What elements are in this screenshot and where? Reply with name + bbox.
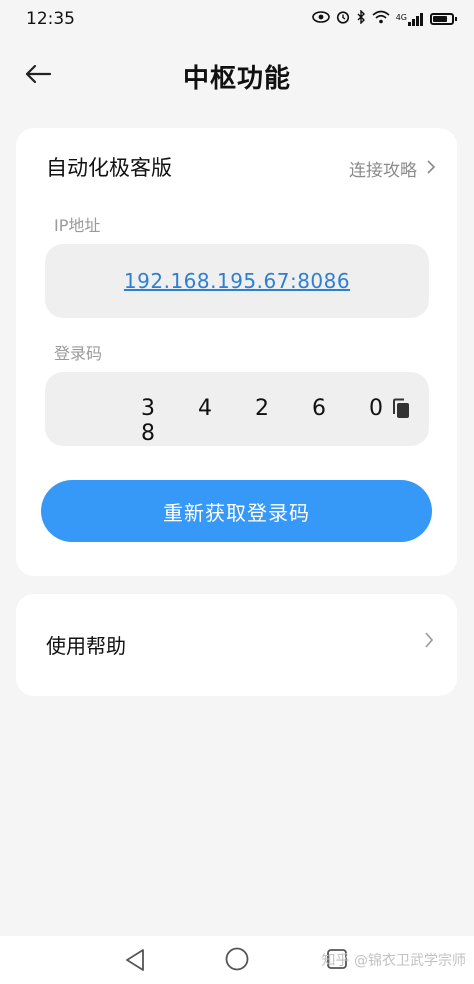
alarm-icon [336, 10, 350, 28]
login-code-value: 3 4 2 6 0 8 [141, 396, 401, 446]
status-bar: 12:35 4G [0, 0, 474, 38]
login-code-label: 登录码 [54, 344, 103, 363]
chevron-right-icon [427, 159, 436, 179]
login-code-field: 3 4 2 6 0 8 [45, 372, 429, 446]
eye-icon [311, 11, 330, 27]
refresh-login-code-button[interactable]: 重新获取登录码 [41, 480, 432, 542]
cellular-icon: 4G [395, 12, 424, 26]
chevron-right-icon [425, 632, 434, 652]
wifi-icon [372, 10, 390, 28]
watermark: 知乎 @锦衣卫武学宗师 [321, 953, 466, 969]
device-title: 自动化极客版 [46, 156, 172, 180]
battery-icon [430, 13, 457, 25]
header: 中枢功能 [0, 48, 474, 104]
nav-home-icon[interactable] [224, 946, 250, 976]
help-row[interactable]: 使用帮助 [16, 594, 457, 696]
nav-back-icon[interactable] [124, 948, 146, 976]
connection-guide-link[interactable]: 连接攻略 [349, 156, 436, 181]
network-type-label: 4G [395, 12, 407, 22]
status-time: 12:35 [26, 9, 75, 29]
device-card: 自动化极客版 连接攻略 IP地址 192.168.195.67:8086 登录码… [16, 128, 457, 576]
system-nav-bar: 知乎 @锦衣卫武学宗师 [0, 936, 474, 984]
help-label: 使用帮助 [46, 634, 126, 658]
ip-label: IP地址 [54, 216, 101, 235]
copy-icon[interactable] [391, 398, 413, 420]
help-card: 使用帮助 [16, 594, 457, 696]
ip-address-link[interactable]: 192.168.195.67:8086 [124, 269, 350, 293]
connection-guide-label: 连接攻略 [349, 161, 417, 181]
page-title: 中枢功能 [182, 64, 291, 94]
status-icons: 4G [311, 9, 457, 28]
ip-field: 192.168.195.67:8086 [45, 244, 429, 318]
bluetooth-icon [356, 9, 366, 28]
